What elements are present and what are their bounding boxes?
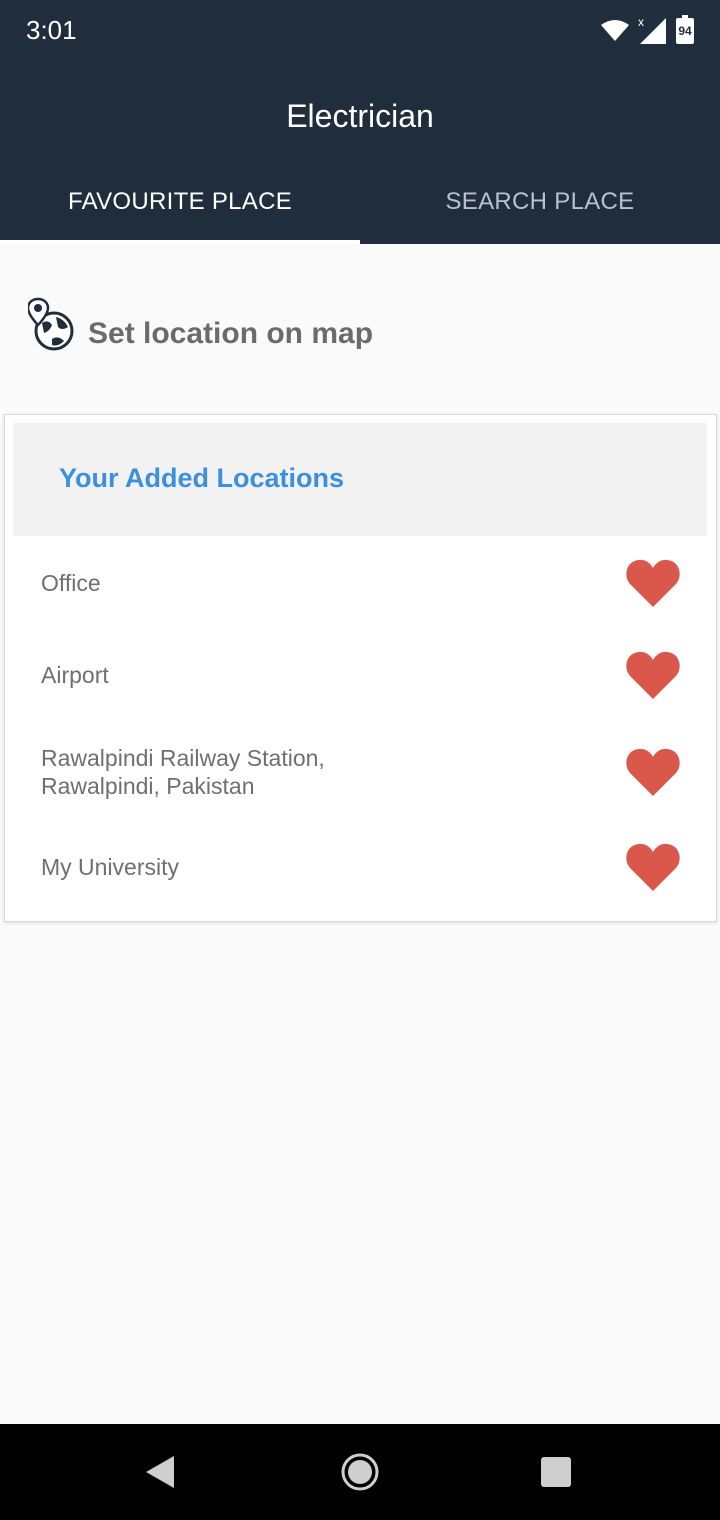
status-time: 3:01: [26, 15, 77, 45]
location-label: Office: [41, 570, 101, 596]
tab-favourite-place[interactable]: FAVOURITE PLACE: [0, 168, 360, 244]
back-icon[interactable]: [136, 1448, 184, 1496]
location-label: My University: [41, 854, 180, 880]
status-bar: 3:01 x 94: [0, 0, 720, 64]
set-location-button[interactable]: Set location on map: [28, 290, 373, 360]
card-header: Your Added Locations: [13, 423, 707, 536]
tab-favourite-place-label: FAVOURITE PLACE: [67, 188, 293, 215]
page-title: Electrician: [286, 98, 434, 134]
heart-icon[interactable]: [625, 649, 681, 701]
wifi-icon: [601, 20, 629, 41]
home-icon[interactable]: [336, 1448, 384, 1496]
tab-search-place[interactable]: SEARCH PLACE: [360, 168, 720, 244]
heart-icon[interactable]: [625, 746, 681, 798]
tab-search-place-label: SEARCH PLACE: [445, 188, 635, 215]
heart-icon[interactable]: [625, 841, 681, 893]
app-root: 3:01 x 94 Electrician FAVOURITE PLACE SE…: [0, 0, 720, 1520]
status-icons: x 94: [600, 15, 694, 46]
added-locations-card: Your Added Locations Office Airport Rawa…: [4, 414, 717, 922]
app-toolbar: Electrician FAVOURITE PLACE SEARCH PLACE: [0, 64, 720, 244]
battery-icon: 94: [676, 15, 694, 44]
signal-icon: x: [638, 16, 666, 44]
tab-indicator: [0, 240, 360, 244]
card-header-title: Your Added Locations: [59, 463, 345, 493]
battery-level: 94: [678, 24, 692, 38]
svg-text:x: x: [638, 16, 644, 29]
location-label: Airport: [41, 662, 109, 688]
list-item[interactable]: Rawalpindi Railway Station, Rawalpindi, …: [5, 740, 716, 804]
recents-icon[interactable]: [532, 1448, 580, 1496]
location-label: Rawalpindi Railway Station, Rawalpindi, …: [41, 745, 325, 799]
list-item[interactable]: Airport: [5, 647, 716, 703]
heart-icon[interactable]: [625, 557, 681, 609]
list-item[interactable]: My University: [5, 839, 716, 895]
map-globe-pin-icon: [28, 297, 74, 351]
list-item[interactable]: Office: [5, 555, 716, 611]
set-location-label: Set location on map: [88, 317, 374, 350]
system-nav-bar: [0, 1424, 720, 1520]
